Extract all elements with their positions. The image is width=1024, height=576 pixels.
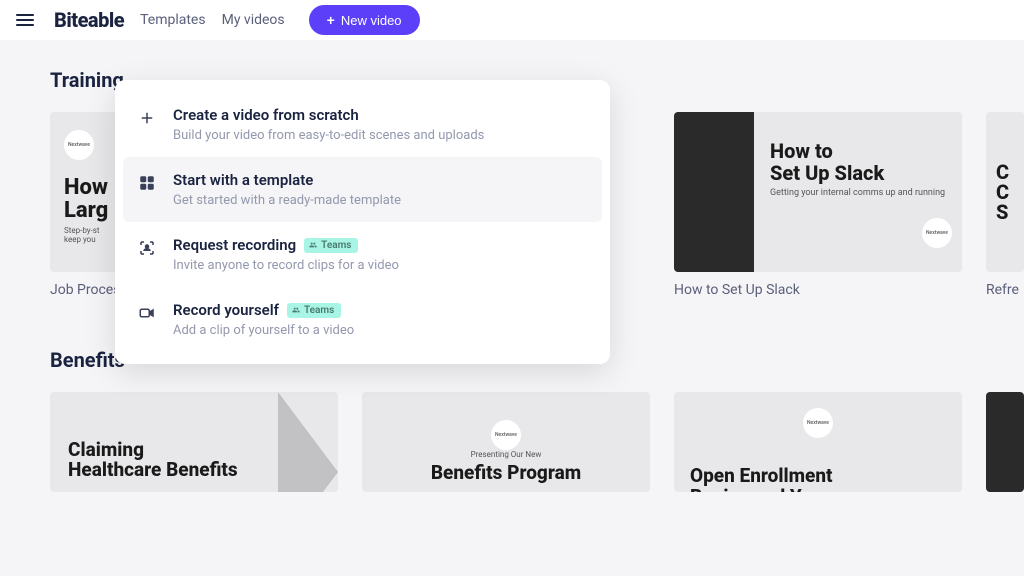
dropdown-item-sub: Add a clip of yourself to a video — [173, 323, 588, 338]
benefits-cards-row: ClaimingHealthcare Benefits Nextwave Pre… — [50, 392, 974, 492]
new-video-label: New video — [341, 13, 402, 28]
template-card-claiming-benefits[interactable]: ClaimingHealthcare Benefits — [50, 392, 338, 492]
dropdown-item-title: Request recording Teams — [173, 236, 588, 254]
triangle-graphic — [278, 392, 338, 492]
dropdown-item-title: Record yourself Teams — [173, 301, 588, 319]
nextwave-badge: Nextwave — [491, 420, 521, 450]
dropdown-item-title: Start with a template — [173, 171, 588, 189]
dropdown-item-title: Create a video from scratch — [173, 106, 588, 124]
nextwave-badge: Nextwave — [64, 130, 94, 160]
main-content: Create a video from scratch Build your v… — [0, 40, 1024, 570]
teams-badge: Teams — [287, 303, 341, 318]
dropdown-create-scratch[interactable]: Create a video from scratch Build your v… — [115, 92, 610, 157]
template-card-open-enrollment[interactable]: Nextwave Open EnrollmentBegins and Your — [674, 392, 962, 492]
new-video-button[interactable]: + New video — [309, 5, 420, 35]
dropdown-start-template[interactable]: Start with a template Get started with a… — [123, 157, 602, 222]
card-label: How to Set Up Slack — [674, 282, 962, 298]
dropdown-item-sub: Get started with a ready-made template — [173, 193, 588, 208]
template-card-partial[interactable] — [986, 392, 1024, 492]
template-card-refresh[interactable]: C C S — [986, 112, 1024, 272]
dropdown-item-sub: Build your video from easy-to-edit scene… — [173, 128, 588, 143]
dropdown-request-recording[interactable]: Request recording Teams Invite anyone to… — [115, 222, 610, 287]
dropdown-record-yourself[interactable]: Record yourself Teams Add a clip of your… — [115, 287, 610, 352]
capture-person-icon — [137, 238, 157, 258]
nextwave-badge: Nextwave — [803, 408, 833, 438]
card-label: Refre — [986, 282, 1024, 298]
nav-templates[interactable]: Templates — [140, 12, 206, 28]
app-header: Biteable Templates My videos + New video — [0, 0, 1024, 40]
template-card-slack[interactable]: How toSet Up Slack Getting your internal… — [674, 112, 962, 272]
grid-icon — [137, 173, 157, 193]
new-video-dropdown: Create a video from scratch Build your v… — [115, 80, 610, 364]
nextwave-badge: Nextwave — [922, 218, 952, 248]
hamburger-menu-icon[interactable] — [12, 10, 38, 30]
template-card-benefits-program[interactable]: Nextwave Presenting Our New Benefits Pro… — [362, 392, 650, 492]
teams-badge: Teams — [304, 238, 358, 253]
plus-icon: + — [327, 12, 335, 28]
logo[interactable]: Biteable — [54, 8, 124, 32]
plus-icon — [137, 108, 157, 128]
dropdown-item-sub: Invite anyone to record clips for a vide… — [173, 258, 588, 273]
nav-my-videos[interactable]: My videos — [222, 12, 285, 28]
video-camera-icon — [137, 303, 157, 323]
